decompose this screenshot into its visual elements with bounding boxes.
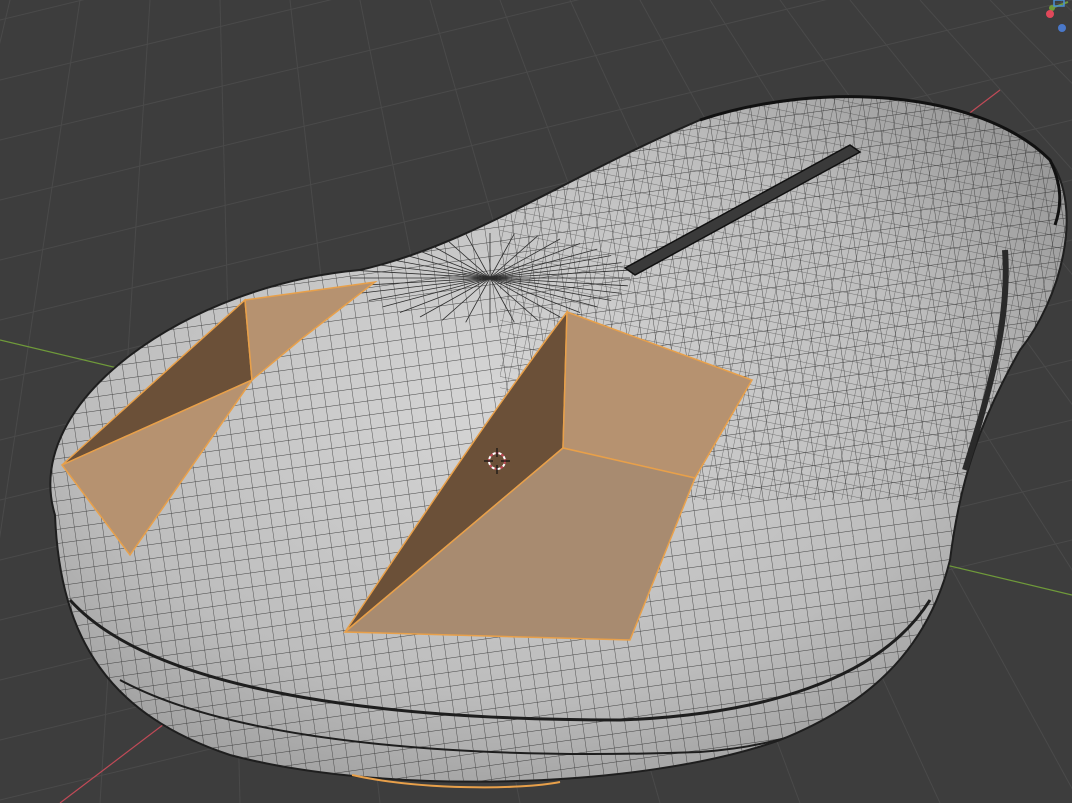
mesh-object[interactable] — [0, 0, 1072, 803]
navigation-gizmo-icon[interactable] — [1032, 0, 1072, 40]
gizmo-x-axis[interactable] — [1046, 10, 1054, 18]
gizmo-z-axis[interactable] — [1058, 24, 1066, 32]
3d-viewport[interactable] — [0, 0, 1072, 803]
